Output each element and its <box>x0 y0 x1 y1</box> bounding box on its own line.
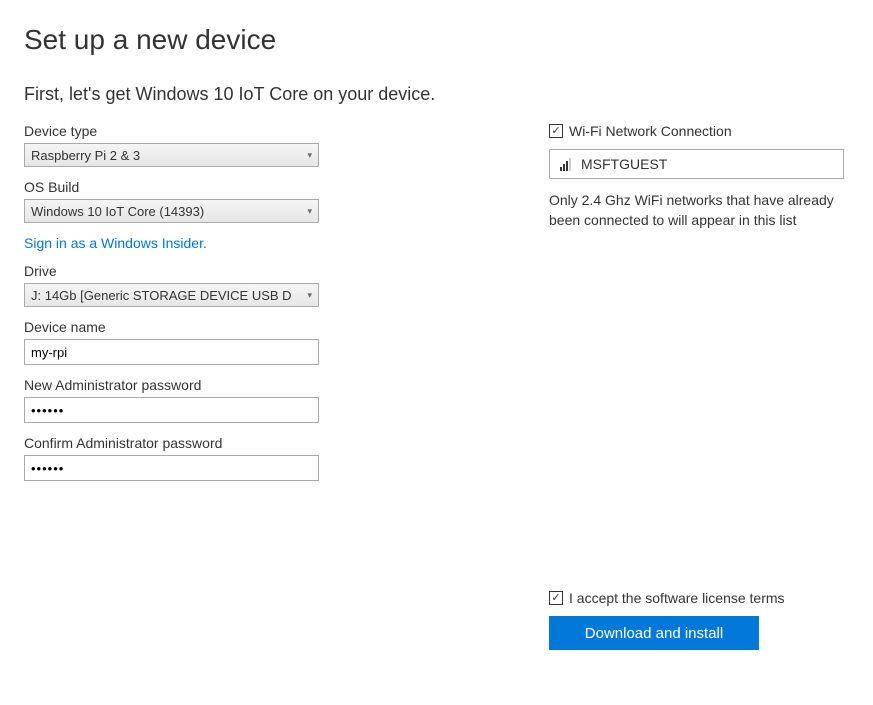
device-type-dropdown[interactable]: Raspberry Pi 2 & 3 ▾ <box>24 143 319 167</box>
wifi-checkbox[interactable]: ✓ <box>549 124 563 138</box>
chevron-down-icon: ▾ <box>307 206 312 217</box>
chevron-down-icon: ▾ <box>307 150 312 161</box>
drive-label: Drive <box>24 263 369 279</box>
drive-dropdown[interactable]: J: 14Gb [Generic STORAGE DEVICE USB D ▾ <box>24 283 319 307</box>
wifi-network-item[interactable]: MSFTGUEST <box>549 149 844 179</box>
confirm-password-input[interactable] <box>24 455 319 481</box>
device-type-label: Device type <box>24 123 369 139</box>
wifi-hint-text: Only 2.4 Ghz WiFi networks that have alr… <box>549 191 849 230</box>
page-subtitle: First, let's get Windows 10 IoT Core on … <box>24 84 849 105</box>
windows-insider-link[interactable]: Sign in as a Windows Insider. <box>24 235 207 251</box>
confirm-password-label: Confirm Administrator password <box>24 435 369 451</box>
device-name-label: Device name <box>24 319 369 335</box>
wifi-checkbox-label: Wi-Fi Network Connection <box>569 123 732 139</box>
drive-value: J: 14Gb [Generic STORAGE DEVICE USB D <box>31 288 292 303</box>
os-build-dropdown[interactable]: Windows 10 IoT Core (14393) ▾ <box>24 199 319 223</box>
chevron-down-icon: ▾ <box>307 290 312 301</box>
new-password-input[interactable] <box>24 397 319 423</box>
new-password-label: New Administrator password <box>24 377 369 393</box>
device-type-value: Raspberry Pi 2 & 3 <box>31 148 140 163</box>
wifi-signal-icon <box>560 158 571 171</box>
license-checkbox[interactable]: ✓ <box>549 591 563 605</box>
license-label: I accept the software license terms <box>569 590 785 606</box>
os-build-value: Windows 10 IoT Core (14393) <box>31 204 204 219</box>
download-install-button[interactable]: Download and install <box>549 616 759 650</box>
device-name-input[interactable] <box>24 339 319 365</box>
wifi-network-name: MSFTGUEST <box>581 156 667 172</box>
page-title: Set up a new device <box>24 24 849 56</box>
os-build-label: OS Build <box>24 179 369 195</box>
